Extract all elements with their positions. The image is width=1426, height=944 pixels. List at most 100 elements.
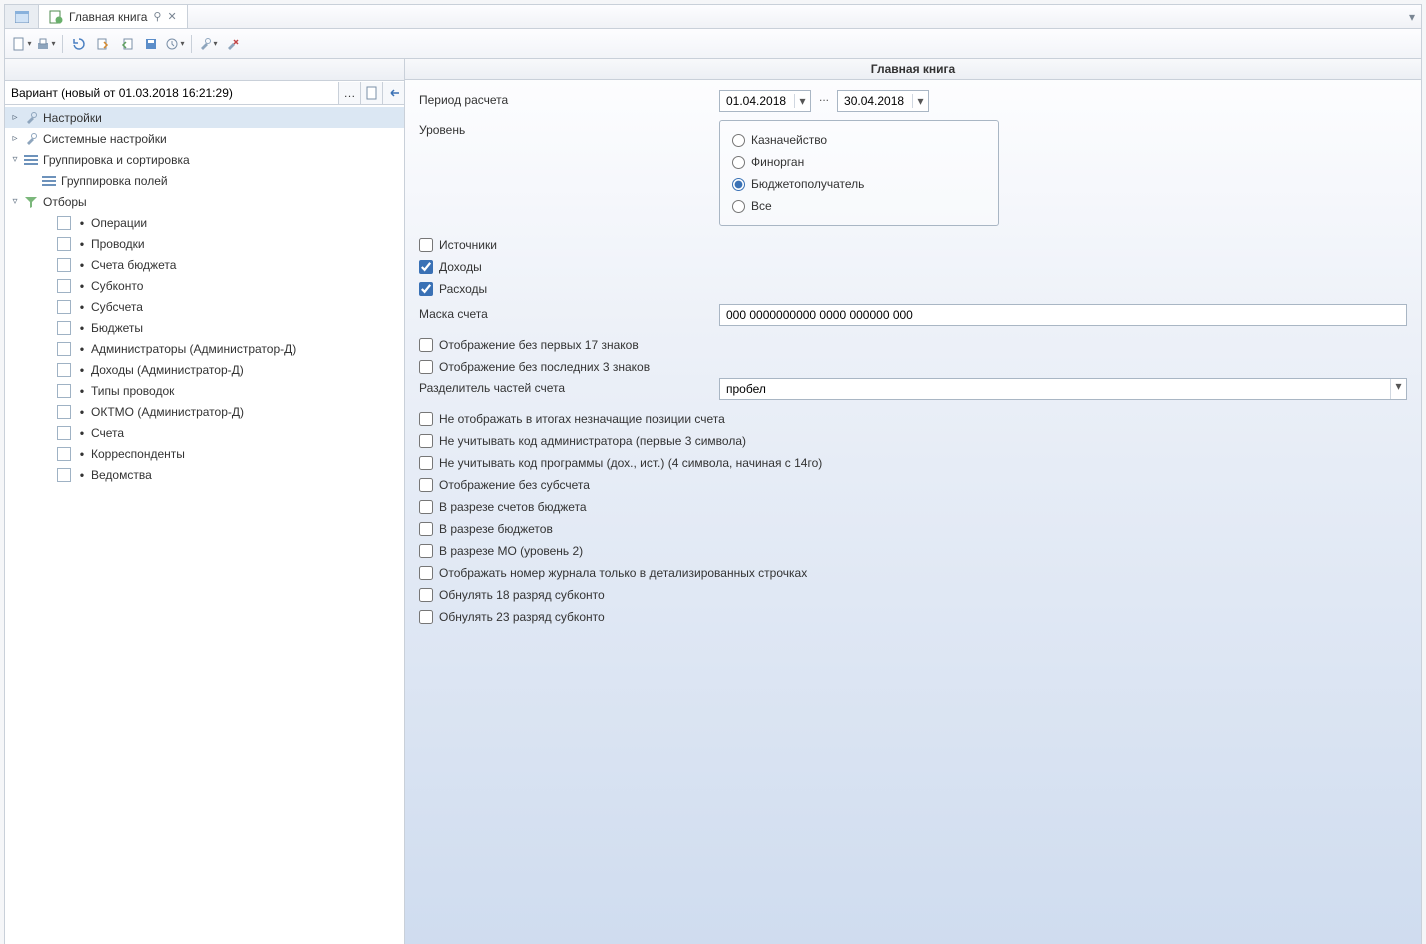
tree-filter-entry-types[interactable]: •Типы проводок xyxy=(5,380,404,401)
tab-strip: Главная книга ⚲ ✕ ▾ xyxy=(5,5,1421,29)
checkbox-icon[interactable] xyxy=(57,405,71,419)
print-button[interactable]: ▾ xyxy=(35,33,57,55)
pin-icon[interactable]: ⚲ xyxy=(153,10,161,23)
variant-browse-button[interactable]: … xyxy=(338,82,360,104)
expand-icon[interactable]: ▹ xyxy=(9,133,21,144)
tree-node-sys-settings[interactable]: ▹ Системные настройки xyxy=(5,128,404,149)
wrench-icon xyxy=(23,131,39,147)
checkbox-no-subaccount[interactable]: Отображение без субсчета xyxy=(419,474,1407,496)
tree-filter-entries[interactable]: •Проводки xyxy=(5,233,404,254)
mask-label: Маска счета xyxy=(419,304,719,321)
history-button[interactable]: ▾ xyxy=(164,33,186,55)
checkbox-icon[interactable] xyxy=(57,279,71,293)
chevron-down-icon[interactable]: ▾ xyxy=(1390,379,1406,399)
checkbox-icon[interactable] xyxy=(57,468,71,482)
list-icon xyxy=(41,173,57,189)
chevron-down-icon[interactable]: ▾ xyxy=(912,94,928,108)
date-from-input[interactable] xyxy=(720,94,794,108)
tools-button[interactable]: ▾ xyxy=(197,33,219,55)
separator-value[interactable] xyxy=(720,379,1390,399)
checkbox-sources[interactable]: Источники xyxy=(419,234,1407,256)
checkbox-zero18[interactable]: Обнулять 18 разряд субконто xyxy=(419,584,1407,606)
variant-input[interactable] xyxy=(5,81,338,104)
export-button[interactable] xyxy=(92,33,114,55)
checkbox-trim17[interactable]: Отображение без первых 17 знаков xyxy=(419,334,1407,356)
tree-label: Субсчета xyxy=(91,300,143,314)
tree-node-group-sort[interactable]: ▿ Группировка и сортировка xyxy=(5,149,404,170)
tree-filter-budgets[interactable]: •Бюджеты xyxy=(5,317,404,338)
tree-node-settings[interactable]: ▹ Настройки xyxy=(5,107,404,128)
checkbox-icon[interactable] xyxy=(57,342,71,356)
checkbox-by-mo[interactable]: В разрезе МО (уровень 2) xyxy=(419,540,1407,562)
tabs-overflow[interactable]: ▾ xyxy=(1403,5,1421,28)
checkbox-icon[interactable] xyxy=(57,321,71,335)
checkbox-by-budget-accounts[interactable]: В разрезе счетов бюджета xyxy=(419,496,1407,518)
variant-new-button[interactable] xyxy=(360,82,382,104)
tree-filter-departments[interactable]: •Ведомства xyxy=(5,464,404,485)
checkbox-icon[interactable] xyxy=(57,426,71,440)
tree-filter-incomes[interactable]: •Доходы (Администратор-Д) xyxy=(5,359,404,380)
date-to[interactable]: ▾ xyxy=(837,90,929,112)
tree-filter-operations[interactable]: •Операции xyxy=(5,212,404,233)
checkbox-journal-detail[interactable]: Отображать номер журнала только в детали… xyxy=(419,562,1407,584)
date-from[interactable]: ▾ xyxy=(719,90,811,112)
tree-filter-accounts[interactable]: •Счета xyxy=(5,422,404,443)
checkbox-icon[interactable] xyxy=(57,237,71,251)
tree-filter-correspondents[interactable]: •Корреспонденты xyxy=(5,443,404,464)
variant-undo-button[interactable] xyxy=(382,82,404,104)
tree-label: Настройки xyxy=(43,111,102,125)
new-button[interactable]: ▾ xyxy=(11,33,33,55)
radio-treasury[interactable]: Казначейство xyxy=(732,129,986,151)
tree-label: Корреспонденты xyxy=(91,447,185,461)
tab-home[interactable] xyxy=(5,5,39,28)
tree-filter-admins[interactable]: •Администраторы (Администратор-Д) xyxy=(5,338,404,359)
collapse-icon[interactable]: ▿ xyxy=(9,196,21,207)
save-button[interactable] xyxy=(140,33,162,55)
checkbox-icon[interactable] xyxy=(57,447,71,461)
radio-all[interactable]: Все xyxy=(732,195,986,217)
period-label: Период расчета xyxy=(419,90,719,107)
checkbox-icon[interactable] xyxy=(57,216,71,230)
separator-select[interactable]: ▾ xyxy=(719,378,1407,400)
checkbox-icon[interactable] xyxy=(57,300,71,314)
tree-filter-subkonto[interactable]: •Субконто xyxy=(5,275,404,296)
chevron-down-icon[interactable]: ▾ xyxy=(794,94,810,108)
tree-node-group-fields[interactable]: Группировка полей xyxy=(5,170,404,191)
tree-label: Системные настройки xyxy=(43,132,167,146)
left-title-spacer xyxy=(5,59,404,81)
close-icon[interactable]: ✕ xyxy=(167,10,176,23)
tree-node-filters[interactable]: ▿ Отборы xyxy=(5,191,404,212)
checkbox-icon[interactable] xyxy=(57,258,71,272)
import-button[interactable] xyxy=(116,33,138,55)
checkbox-no-admin-code[interactable]: Не учитывать код администратора (первые … xyxy=(419,430,1407,452)
window-icon xyxy=(15,11,29,23)
collapse-icon[interactable]: ▿ xyxy=(9,154,21,165)
tree-label: Типы проводок xyxy=(91,384,174,398)
checkbox-incomes[interactable]: Доходы xyxy=(419,256,1407,278)
radio-finorgan[interactable]: Финорган xyxy=(732,151,986,173)
expand-icon[interactable]: ▹ xyxy=(9,112,21,123)
tab-main-book[interactable]: Главная книга ⚲ ✕ xyxy=(39,5,188,28)
refresh-button[interactable] xyxy=(68,33,90,55)
checkbox-no-program-code[interactable]: Не учитывать код программы (дох., ист.) … xyxy=(419,452,1407,474)
radio-recipient[interactable]: Бюджетополучатель xyxy=(732,173,986,195)
filter-icon xyxy=(23,194,39,210)
checkbox-by-budgets[interactable]: В разрезе бюджетов xyxy=(419,518,1407,540)
tree-label: Бюджеты xyxy=(91,321,143,335)
checkbox-expenses[interactable]: Расходы xyxy=(419,278,1407,300)
checkbox-icon[interactable] xyxy=(57,384,71,398)
tree-filter-budget-accounts[interactable]: •Счета бюджета xyxy=(5,254,404,275)
period-separator: ... xyxy=(819,90,829,104)
checkbox-trim3[interactable]: Отображение без последних 3 знаков xyxy=(419,356,1407,378)
checkbox-icon[interactable] xyxy=(57,363,71,377)
toolbar-sep xyxy=(62,35,63,53)
delete-tool-button[interactable] xyxy=(221,33,243,55)
checkbox-hide-insignificant[interactable]: Не отображать в итогах незначащие позици… xyxy=(419,408,1407,430)
tree-label: Ведомства xyxy=(91,468,152,482)
checkbox-zero23[interactable]: Обнулять 23 разряд субконто xyxy=(419,606,1407,628)
tree-filter-oktmo[interactable]: •ОКТМО (Администратор-Д) xyxy=(5,401,404,422)
mask-input[interactable] xyxy=(719,304,1407,326)
tree-filter-subaccounts[interactable]: •Субсчета xyxy=(5,296,404,317)
settings-tree[interactable]: ▹ Настройки ▹ Системные настройки ▿ Груп… xyxy=(5,105,404,944)
date-to-input[interactable] xyxy=(838,94,912,108)
